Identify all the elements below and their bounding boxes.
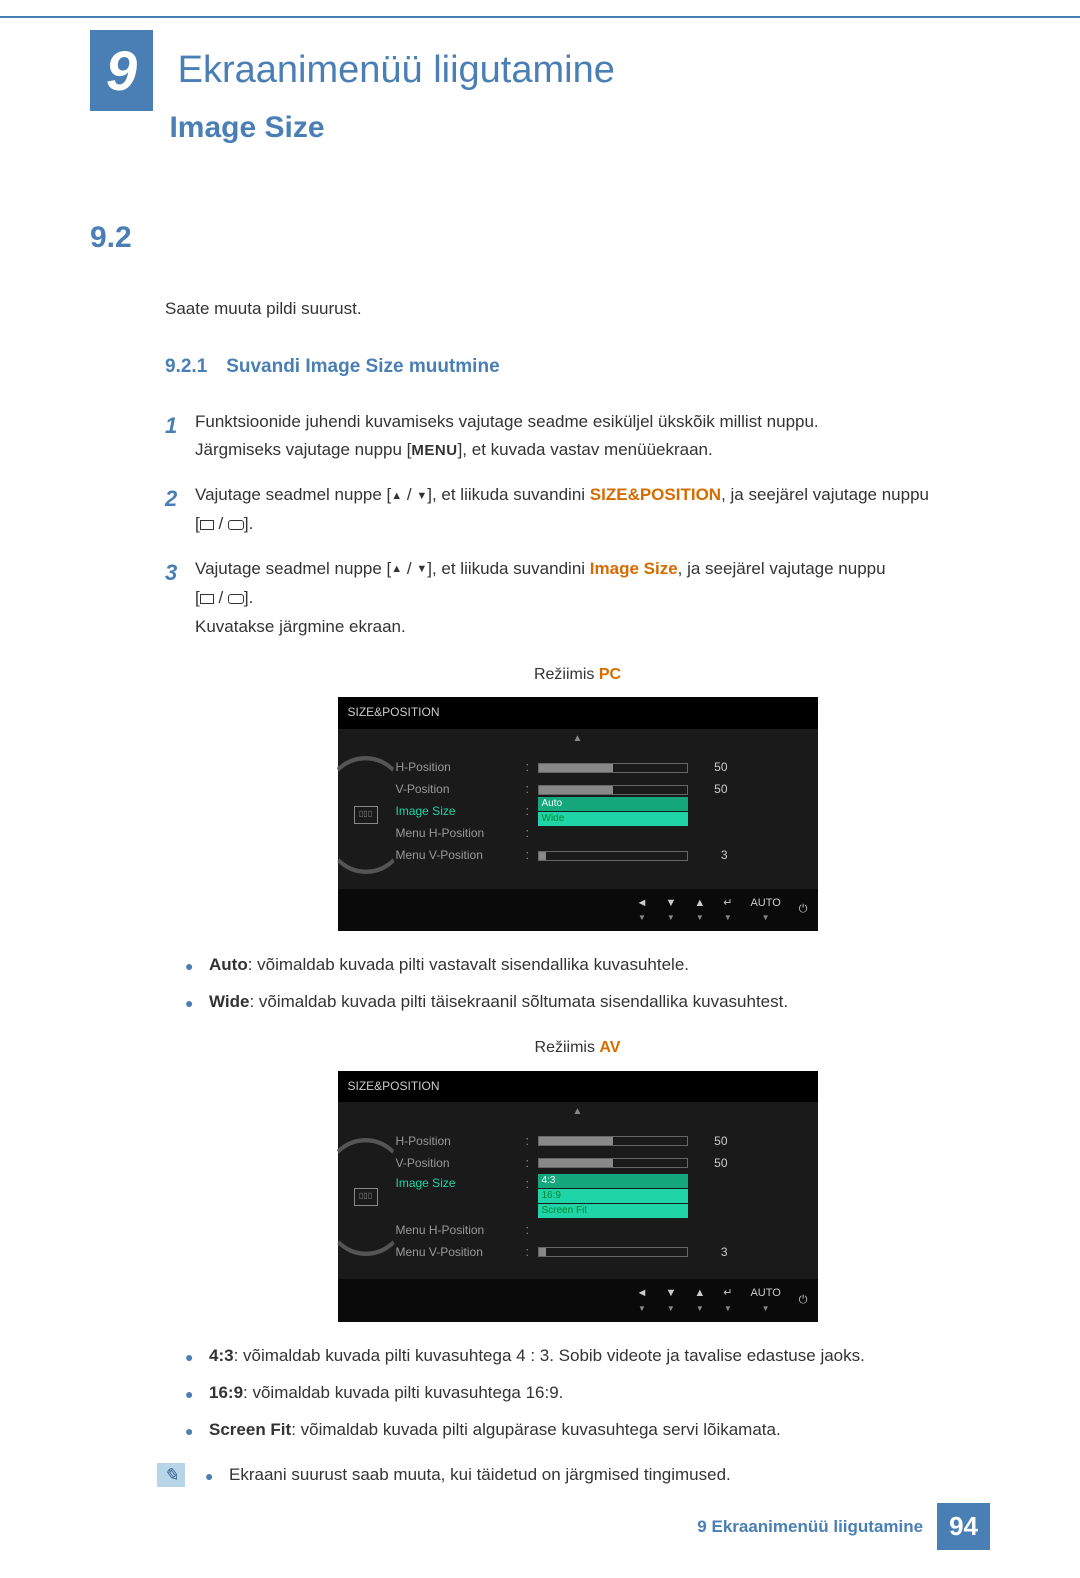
osd-option-screenfit: Screen Fit	[538, 1204, 688, 1218]
image-size-keyword: Image Size	[590, 559, 678, 578]
bullet-icon: ●	[185, 951, 209, 978]
down-triangle-icon: ▼	[416, 560, 427, 579]
osd-row-hposition: H-Position: 50	[396, 1130, 806, 1152]
enter-icon	[228, 520, 244, 530]
osd-slider	[538, 851, 688, 861]
bullet-43: ● 4:3: võimaldab kuvada pilti kuvasuhteg…	[185, 1342, 990, 1369]
osd-title: SIZE&POSITION	[338, 1071, 818, 1102]
osd-sidebar: ⌒ ▯▯▯ ⌒	[350, 757, 382, 873]
rect-icon	[200, 520, 214, 530]
note-bullet: ● Ekraani suurust saab muuta, kui täidet…	[205, 1461, 731, 1488]
bullet-icon: ●	[185, 1379, 209, 1406]
osd-menu: H-Position: 50 V-Position: 50 Image Size…	[382, 1130, 806, 1263]
up-arrow-icon: ▲	[338, 729, 818, 749]
up-triangle-icon: ▲	[391, 487, 402, 506]
bullet-icon: ●	[185, 1416, 209, 1443]
osd-slider	[538, 1247, 688, 1257]
step-number: 3	[165, 555, 195, 642]
osd-screenshot-av: SIZE&POSITION ▲ ⌒ ▯▯▯ ⌒ H-Position: 50 V…	[338, 1071, 818, 1322]
osd-up-icon: ▲▼	[694, 1285, 705, 1315]
osd-down-icon: ▼▼	[665, 1285, 676, 1315]
note-icon: ✎	[157, 1463, 185, 1487]
down-triangle-icon: ▼	[416, 487, 427, 506]
subsection-header: 9.2.1 Suvandi Image Size muutmine	[165, 352, 990, 382]
chapter-title: Ekraanimenüü liigutamine	[178, 49, 615, 92]
bullet-169: ● 16:9: võimaldab kuvada pilti kuvasuhte…	[185, 1379, 990, 1406]
osd-option-169: 16:9	[538, 1189, 688, 1203]
osd-row-imagesize: Image Size: Auto Wide	[396, 801, 806, 823]
mode-pc-label: Režiimis PC	[165, 662, 990, 688]
bullet-list-pc: ● Auto: võimaldab kuvada pilti vastavalt…	[185, 951, 990, 1015]
step-text: Funktsioonide juhendi kuvamiseks vajutag…	[195, 408, 990, 466]
osd-auto-label: AUTO▼	[750, 1285, 780, 1315]
step-text: Vajutage seadmel nuppe [▲ / ▼], et liiku…	[195, 555, 990, 642]
osd-enter-icon: ↵▼	[723, 895, 732, 925]
up-arrow-icon: ▲	[338, 1102, 818, 1122]
osd-back-icon: ◄▼	[637, 1285, 648, 1315]
bullet-icon: ●	[185, 1342, 209, 1369]
osd-option-43: 4:3	[538, 1174, 688, 1188]
section-title: Image Size	[169, 111, 324, 145]
section-number: 9.2	[90, 221, 165, 255]
osd-up-icon: ▲▼	[694, 895, 705, 925]
osd-enter-icon: ↵▼	[723, 1285, 732, 1315]
chapter-number: 9	[90, 30, 153, 111]
enter-icon	[228, 594, 244, 604]
note-text: Ekraani suurust saab muuta, kui täidetud…	[229, 1461, 731, 1488]
bullet-icon: ●	[185, 988, 209, 1015]
osd-row-menuvpos: Menu V-Position: 3	[396, 845, 806, 867]
up-triangle-icon: ▲	[391, 560, 402, 579]
bullet-wide: ● Wide: võimaldab kuvada pilti täisekraa…	[185, 988, 990, 1015]
section-header: 9.2 Image Size	[90, 111, 990, 255]
osd-slider	[538, 763, 688, 773]
osd-footer: ◄▼ ▼▼ ▲▼ ↵▼ AUTO▼ ⏻	[338, 1279, 818, 1321]
size-position-keyword: SIZE&POSITION	[590, 485, 721, 504]
subsection-number: 9.2.1	[165, 356, 207, 377]
osd-title: SIZE&POSITION	[338, 697, 818, 728]
chapter-header: 9 Ekraanimenüü liigutamine	[90, 30, 990, 111]
osd-slider	[538, 785, 688, 795]
step-1: 1 Funktsioonide juhendi kuvamiseks vajut…	[165, 408, 990, 466]
osd-down-icon: ▼▼	[665, 895, 676, 925]
bullet-screenfit: ● Screen Fit: võimaldab kuvada pilti alg…	[185, 1416, 990, 1443]
step-number: 2	[165, 481, 195, 539]
osd-auto-label: AUTO▼	[750, 895, 780, 925]
rect-icon	[200, 594, 214, 604]
osd-row-menuvpos: Menu V-Position: 3	[396, 1241, 806, 1263]
mode-av-label: Režiimis AV	[165, 1035, 990, 1061]
osd-menu: H-Position: 50 V-Position: 50 Image Size…	[382, 757, 806, 873]
osd-sidebar: ⌒ ▯▯▯ ⌒	[350, 1130, 382, 1263]
subsection-title: Suvandi Image Size muutmine	[226, 356, 499, 377]
osd-row-imagesize: Image Size: 4:3 16:9 Screen Fit	[396, 1174, 806, 1219]
step-text: Vajutage seadmel nuppe [▲ / ▼], et liiku…	[195, 481, 990, 539]
osd-body: ⌒ ▯▯▯ ⌒ H-Position: 50 V-Position: 50	[338, 749, 818, 889]
note: ✎ ● Ekraani suurust saab muuta, kui täid…	[165, 1461, 990, 1488]
osd-row-hposition: H-Position: 50	[396, 757, 806, 779]
step-number: 1	[165, 408, 195, 466]
osd-body: ⌒ ▯▯▯ ⌒ H-Position: 50 V-Position: 50	[338, 1122, 818, 1279]
top-rule	[0, 16, 1080, 18]
step-3: 3 Vajutage seadmel nuppe [▲ / ▼], et lii…	[165, 555, 990, 642]
osd-row-menuhpos: Menu H-Position:	[396, 1219, 806, 1241]
osd-power-icon: ⏻	[799, 1292, 808, 1310]
osd-option-wide: Wide	[538, 812, 688, 826]
bullet-icon: ●	[205, 1461, 229, 1488]
osd-slider	[538, 1136, 688, 1146]
section-intro: Saate muuta pildi suurust.	[165, 295, 990, 322]
step-2: 2 Vajutage seadmel nuppe [▲ / ▼], et lii…	[165, 481, 990, 539]
bullet-auto: ● Auto: võimaldab kuvada pilti vastavalt…	[185, 951, 990, 978]
content-area: Saate muuta pildi suurust. 9.2.1 Suvandi…	[165, 295, 990, 1488]
osd-slider	[538, 1158, 688, 1168]
bullet-list-av: ● 4:3: võimaldab kuvada pilti kuvasuhteg…	[185, 1342, 990, 1444]
osd-option-auto: Auto	[538, 797, 688, 811]
osd-back-icon: ◄▼	[637, 895, 648, 925]
menu-keyword: MENU	[411, 442, 457, 459]
osd-row-vposition: V-Position: 50	[396, 1152, 806, 1174]
osd-power-icon: ⏻	[799, 901, 808, 919]
osd-footer: ◄▼ ▼▼ ▲▼ ↵▼ AUTO▼ ⏻	[338, 889, 818, 931]
osd-screenshot-pc: SIZE&POSITION ▲ ⌒ ▯▯▯ ⌒ H-Position: 50 V…	[338, 697, 818, 931]
page: 9 Ekraanimenüü liigutamine 9.2 Image Siz…	[0, 0, 1080, 1578]
